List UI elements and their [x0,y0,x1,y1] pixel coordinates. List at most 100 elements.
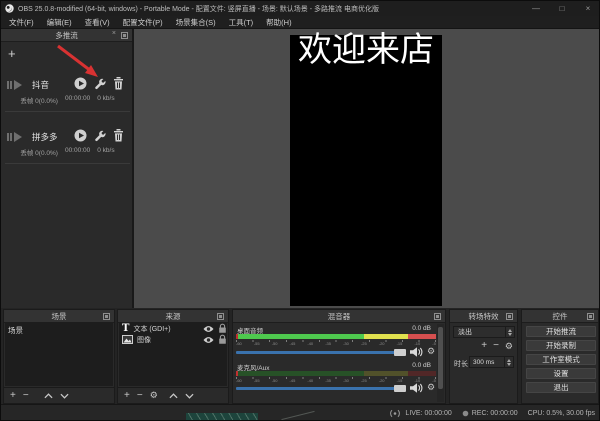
dropped-frames: 丢帧 0(0.0%) [20,147,58,157]
live-time: LIVE: 00:00:00 [405,410,451,417]
add-scene-button[interactable]: + [10,391,16,401]
controls-panel: 控件 开始推流 开始录制 工作室模式 设置 退出 [521,309,599,404]
transitions-header: 转场特效 [450,310,517,323]
window-title: OBS 25.0.8-modified (64-bit, windows) - … [18,4,523,14]
speaker-icon[interactable] [410,383,423,393]
speaker-icon[interactable] [410,347,423,357]
multistream-dock: 多推流 × + 抖音 [1,29,134,308]
maximize-button[interactable]: □ [549,1,575,16]
stream-stats: 丢帧 0(0.0%) 00:00:00 0 kb/s [1,95,134,105]
title-bar: OBS 25.0.8-modified (64-bit, windows) - … [1,1,600,16]
transitions-title: 转场特效 [469,311,499,322]
menu-view[interactable]: 查看(V) [85,17,110,28]
menu-scene-collection[interactable]: 场景集合(S) [176,17,216,28]
channel-gear-icon[interactable]: ⚙ [427,383,435,392]
image-source-icon [122,335,133,344]
start-stream-icon[interactable] [74,77,87,90]
remove-transition-button[interactable]: − [493,341,499,351]
duration-label: 时长 [454,359,468,369]
menu-file[interactable]: 文件(F) [9,17,34,28]
transitions-panel: 转场特效 淡出 + − ⚙ 时长 300 ms [449,309,518,404]
remove-source-button[interactable]: − [137,391,143,401]
studio-mode-button[interactable]: 工作室模式 [526,354,596,365]
sources-list: T 文本 (GDI+) 图像 [119,323,227,386]
add-transition-button[interactable]: + [481,341,487,351]
source-row-image[interactable]: 图像 [119,334,227,345]
trash-icon[interactable] [113,129,124,142]
stream-name: 抖音 [32,79,49,91]
remove-scene-button[interactable]: − [23,391,29,401]
dock-float-icon[interactable] [506,313,513,320]
exit-button[interactable]: 退出 [526,382,596,393]
mixer-scrollbar[interactable] [437,324,444,402]
sources-title: 来源 [166,311,181,322]
stream-row-douyin[interactable]: 抖音 [1,75,134,93]
status-bar: LIVE: 00:00:00 REC: 00:00:00 CPU: 0.5%, … [1,404,600,421]
move-down-icon[interactable] [60,393,69,399]
channel-gear-icon[interactable]: ⚙ [427,347,435,356]
stream-status-icon [7,131,23,143]
lock-icon[interactable] [218,323,227,334]
stream-status-icon [7,79,23,91]
start-streaming-button[interactable]: 开始推流 [526,326,596,337]
volume-slider-handle[interactable] [394,349,406,356]
dock-close-icon[interactable]: × [112,30,116,37]
start-recording-button[interactable]: 开始录制 [526,340,596,351]
mixer-panel: 混音器 桌面音频 0.0 dB -60-55-50-45-40-35-30-25… [232,309,446,404]
minimize-button[interactable]: — [523,1,549,16]
source-properties-gear-icon[interactable]: ⚙ [150,391,158,400]
channel-db: 0.0 dB [412,362,431,369]
lock-icon[interactable] [218,334,227,345]
transition-properties-gear-icon[interactable]: ⚙ [505,342,513,351]
eye-icon[interactable] [203,325,214,333]
sources-header: 来源 [118,310,228,323]
live-broadcast-icon [388,409,402,418]
move-up-icon[interactable] [169,393,178,399]
trash-icon[interactable] [113,77,124,90]
controls-header: 控件 [522,310,598,323]
dock-float-icon[interactable] [217,313,224,320]
menu-profile[interactable]: 配置文件(P) [123,17,163,28]
dock-float-icon[interactable] [121,32,128,39]
overlay-text: 欢迎来店 [290,32,442,69]
combo-arrows-icon[interactable] [505,327,514,337]
stream-bitrate: 0 kb/s [97,95,114,105]
wrench-icon[interactable] [94,78,106,90]
stream-time: 00:00:00 [65,147,90,157]
divider [5,163,130,164]
menu-edit[interactable]: 编辑(E) [47,17,72,28]
start-stream-icon[interactable] [74,129,87,142]
obs-logo-icon [5,4,14,13]
wrench-icon[interactable] [94,130,106,142]
transition-selected-value: 淡出 [454,327,505,337]
volume-slider-handle[interactable] [394,385,406,392]
add-stream-button[interactable]: + [8,47,16,60]
meter-scale: -60-55-50-45-40-35-30-25-20-15-10-5 [236,340,436,346]
dropped-frames: 丢帧 0(0.0%) [20,95,58,105]
dock-float-icon[interactable] [103,313,110,320]
spinbox-arrows-icon[interactable] [504,357,513,367]
rec-dot-icon [462,410,469,417]
scenes-title: 场景 [52,311,67,322]
scene-item[interactable]: 场景 [5,323,113,338]
source-row-text[interactable]: T 文本 (GDI+) [119,323,227,334]
move-up-icon[interactable] [44,393,53,399]
stream-row-pinduoduo[interactable]: 拼多多 [1,127,134,145]
menu-tools[interactable]: 工具(T) [229,17,254,28]
close-button[interactable]: × [575,1,600,16]
scrollbar-thumb[interactable] [438,327,443,389]
volume-slider[interactable] [236,387,406,390]
volume-slider[interactable] [236,351,406,354]
dock-float-icon[interactable] [587,313,594,320]
move-down-icon[interactable] [185,393,194,399]
multistream-dock-header: 多推流 × [1,29,132,42]
dock-float-icon[interactable] [434,313,441,320]
program-canvas[interactable]: 欢迎来店 [290,35,442,306]
duration-spinbox[interactable]: 300 ms [469,356,514,368]
volume-meter [236,334,436,339]
menu-help[interactable]: 帮助(H) [266,17,291,28]
settings-button[interactable]: 设置 [526,368,596,379]
transition-select[interactable]: 淡出 [453,326,515,338]
eye-icon[interactable] [203,336,214,344]
add-source-button[interactable]: + [124,391,130,401]
